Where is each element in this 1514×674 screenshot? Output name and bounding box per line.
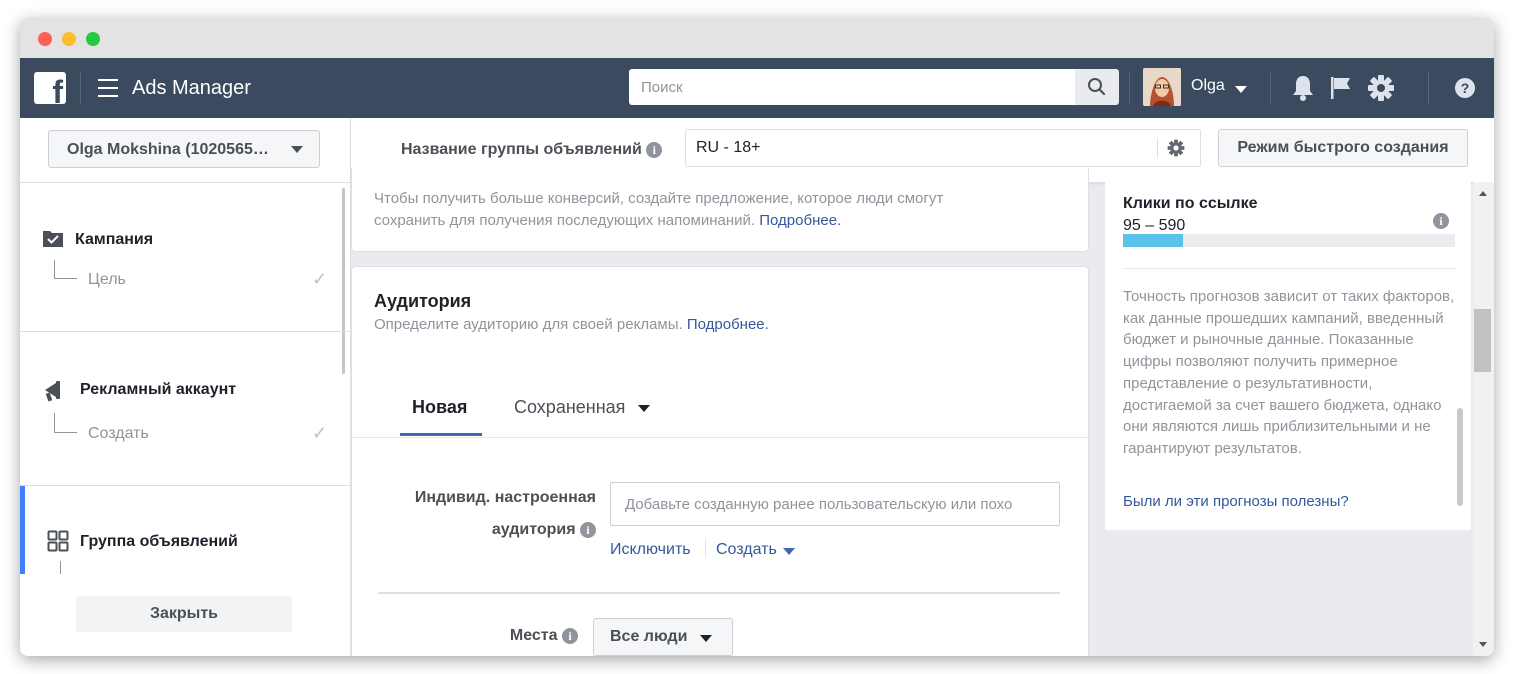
search-icon: [1088, 78, 1106, 96]
audience-card: Аудитория Определите аудиторию для своей…: [351, 266, 1089, 656]
locations-dropdown[interactable]: Все люди: [593, 618, 733, 656]
sidebar-item-campaign[interactable]: Кампания: [75, 231, 153, 249]
close-window-button[interactable]: [38, 32, 52, 46]
facebook-logo-icon[interactable]: f: [34, 72, 66, 104]
chevron-down-icon: [700, 635, 712, 642]
account-selector[interactable]: Olga Mokshina (1020565…: [48, 130, 320, 168]
app-title[interactable]: Ads Manager: [132, 77, 251, 99]
scroll-up-arrow-icon[interactable]: [1479, 191, 1487, 196]
saved-chevron-down-icon: [638, 405, 650, 412]
estimate-range: 95 – 590: [1123, 217, 1186, 234]
quick-creation-mode-button[interactable]: Режим быстрого создания: [1218, 129, 1468, 167]
ad-set-name-field: [685, 129, 1201, 167]
checkmark-icon: ✓: [312, 423, 328, 443]
sidebar: Olga Mokshina (1020565… Кампания Цель ✓ …: [20, 118, 351, 656]
window-titlebar: [20, 18, 1494, 58]
learn-more-link[interactable]: Подробнее.: [759, 212, 841, 229]
user-menu-chevron-down-icon[interactable]: [1235, 86, 1247, 93]
avatar[interactable]: [1143, 68, 1181, 106]
estimate-bar: [1123, 234, 1455, 247]
chevron-down-icon: [291, 146, 303, 153]
audience-learn-more-link[interactable]: Подробнее.: [687, 316, 769, 333]
sidebar-item-objective[interactable]: Цель: [88, 271, 126, 289]
scroll-down-arrow-icon[interactable]: [1479, 642, 1487, 647]
help-icon[interactable]: ?: [1454, 77, 1476, 99]
custom-audience-input[interactable]: [610, 482, 1060, 526]
minimize-window-button[interactable]: [62, 32, 76, 46]
svg-text:?: ?: [1461, 80, 1470, 96]
info-icon[interactable]: i: [580, 521, 596, 538]
active-step-indicator: [20, 486, 25, 574]
search-input[interactable]: [629, 69, 1075, 105]
sidebar-item-ad-account[interactable]: Рекламный аккаунт: [80, 381, 236, 399]
info-icon[interactable]: i: [646, 141, 663, 158]
flag-icon[interactable]: [1329, 75, 1353, 101]
sidebar-item-create[interactable]: Создать: [88, 425, 149, 443]
ad-set-grid-icon: [47, 530, 69, 552]
info-icon[interactable]: i: [562, 627, 578, 644]
account-selector-label: Olga Mokshina (1020565…: [67, 141, 269, 158]
feedback-link[interactable]: Были ли эти прогнозы полезны?: [1123, 493, 1349, 510]
create-link[interactable]: Создать: [716, 541, 777, 559]
notifications-bell-icon[interactable]: [1291, 74, 1315, 102]
ad-set-name-label: Название группы объявлений i: [401, 141, 663, 159]
offer-card: Чтобы получить больше конверсий, создайт…: [351, 168, 1089, 252]
exclude-link[interactable]: Исключить: [610, 541, 691, 559]
sidebar-scrollbar[interactable]: [342, 188, 345, 374]
top-navbar: f Ads Manager Olga: [20, 58, 1494, 118]
megaphone-icon: [45, 381, 60, 402]
sidebar-item-ad-set[interactable]: Группа объявлений: [80, 533, 238, 551]
custom-audience-label: Индивид. настроенная аудитория i: [414, 489, 596, 538]
app-window: f Ads Manager Olga: [20, 18, 1494, 656]
checkmark-icon: ✓: [312, 269, 328, 289]
tab-new[interactable]: Новая: [412, 397, 467, 418]
gear-icon[interactable]: [1167, 139, 1185, 157]
estimate-disclaimer: Точность прогнозов зависит от таких факт…: [1123, 288, 1455, 457]
maximize-window-button[interactable]: [86, 32, 100, 46]
page-scrollbar[interactable]: [1473, 182, 1494, 656]
offer-text: Чтобы получить больше конверсий, создайт…: [374, 190, 944, 229]
close-button[interactable]: Закрыть: [76, 596, 292, 632]
estimate-panel: Клики по ссылке 95 – 590 i Точность прог…: [1105, 182, 1471, 530]
create-chevron-down-icon[interactable]: [783, 548, 795, 555]
estimate-panel-scrollbar[interactable]: [1457, 408, 1463, 506]
tab-saved[interactable]: Сохраненная: [514, 397, 625, 418]
menu-icon[interactable]: [98, 79, 118, 97]
search-button[interactable]: [1075, 69, 1119, 105]
audience-title: Аудитория: [374, 291, 472, 311]
estimate-bar-fill: [1123, 234, 1183, 247]
info-icon[interactable]: i: [1433, 213, 1449, 229]
estimate-title: Клики по ссылке: [1123, 195, 1258, 212]
ad-set-name-input[interactable]: [686, 130, 1156, 166]
audience-subtitle: Определите аудиторию для своей рекламы. …: [374, 316, 769, 333]
settings-gear-icon[interactable]: [1367, 74, 1395, 102]
active-tab-underline: [400, 433, 482, 436]
locations-label: Места i: [472, 620, 578, 652]
page-scrollbar-thumb[interactable]: [1474, 309, 1491, 372]
campaign-folder-icon: [43, 231, 63, 247]
user-name[interactable]: Olga: [1191, 77, 1225, 95]
